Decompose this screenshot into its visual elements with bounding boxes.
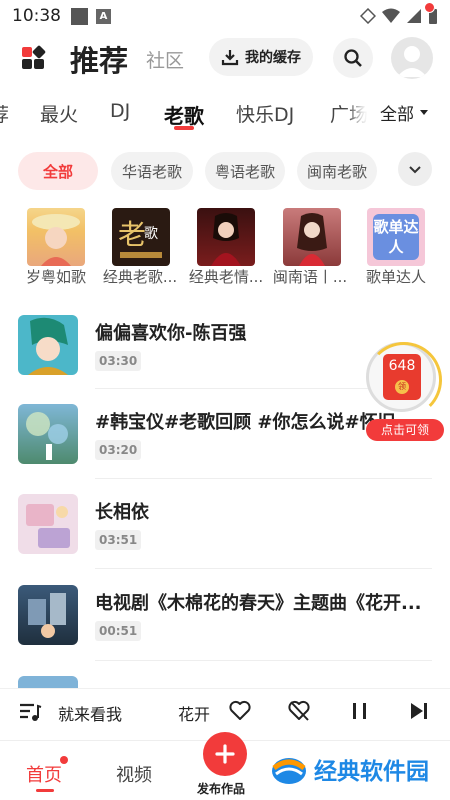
- plus-icon: [215, 744, 235, 764]
- song-title: 长相依: [95, 502, 149, 523]
- notification-icon: [71, 7, 88, 25]
- list-item[interactable]: 长相依 03:51: [0, 494, 450, 584]
- red-packet-label: 点击可领: [366, 419, 444, 441]
- mini-player: 就来看我 花开: [0, 688, 450, 734]
- tab-old-songs[interactable]: 老歌: [164, 100, 204, 129]
- playlist-label: 经典老情...: [188, 268, 264, 286]
- divider: [95, 660, 432, 661]
- playlist-label: 闽南语丨...: [272, 268, 348, 286]
- like-heart-icon[interactable]: [228, 699, 252, 723]
- list-item[interactable]: 电视剧《木棉花的春天》主题曲《花开... 00:51: [0, 585, 450, 675]
- download-icon: [221, 50, 239, 66]
- expand-filters-button[interactable]: [398, 152, 432, 186]
- next-track-icon[interactable]: [407, 699, 431, 723]
- filter-minnan[interactable]: 闽南老歌: [297, 152, 377, 190]
- red-packet-widget[interactable]: 648 领 点击可领: [366, 342, 444, 441]
- tab-dj[interactable]: DJ: [110, 100, 130, 122]
- nav-video[interactable]: 视频: [116, 761, 152, 787]
- red-packet-icon: 648 领: [383, 354, 421, 400]
- playlist-icon[interactable]: [18, 701, 42, 723]
- pause-icon[interactable]: [349, 699, 371, 723]
- chevron-down-icon: [409, 166, 421, 174]
- search-icon: [344, 49, 362, 67]
- playlist-card[interactable]: [26, 208, 86, 266]
- song-cover: [18, 585, 78, 645]
- nav-home-badge: [60, 756, 68, 764]
- playlist-card[interactable]: 老歌: [111, 208, 171, 266]
- song-cover: [18, 494, 78, 554]
- song-duration: 03:20: [95, 440, 142, 460]
- song-duration: 03:30: [95, 351, 142, 371]
- song-cover: [18, 404, 78, 464]
- tab-square[interactable]: 广场: [330, 100, 368, 127]
- all-categories-label: 全部: [380, 104, 414, 125]
- svg-text:老: 老: [118, 218, 146, 251]
- song-duration: 00:51: [95, 621, 142, 641]
- tab-community[interactable]: 社区: [146, 46, 184, 73]
- tab-happy-dj[interactable]: 快乐DJ: [236, 100, 294, 127]
- playlist-card[interactable]: 歌单达人: [366, 208, 426, 266]
- search-button[interactable]: [333, 38, 373, 78]
- watermark: 经典软件园: [270, 752, 429, 786]
- watermark-text: 经典软件园: [314, 759, 429, 785]
- playlist-card[interactable]: [282, 208, 342, 266]
- app-logo-icon[interactable]: [20, 45, 46, 71]
- top-header: 推荐 社区 我的缓存: [0, 34, 450, 82]
- divider: [95, 478, 432, 479]
- all-categories-button[interactable]: 全部: [368, 92, 450, 132]
- filter-all[interactable]: 全部: [18, 152, 98, 190]
- playlist-cover: [283, 208, 341, 266]
- cell-signal-icon: [407, 9, 421, 23]
- divider: [95, 568, 432, 569]
- my-cache-label: 我的缓存: [245, 50, 301, 66]
- signal-diamond-icon: [360, 8, 376, 24]
- playlist-label: 经典老歌...: [102, 268, 178, 286]
- filter-mandarin[interactable]: 华语老歌: [111, 152, 193, 190]
- now-playing-title[interactable]: 花开: [178, 701, 210, 725]
- playlist-cover: [27, 208, 85, 266]
- song-cover: [18, 676, 78, 688]
- svg-text:歌: 歌: [144, 226, 158, 242]
- default-avatar-icon: [397, 46, 427, 77]
- red-packet-coin: 领: [395, 380, 409, 394]
- page-title[interactable]: 推荐: [70, 38, 128, 80]
- caret-down-icon: [420, 110, 428, 115]
- filter-cantonese[interactable]: 粤语老歌: [205, 152, 285, 190]
- wifi-icon: [382, 8, 400, 23]
- watermark-logo-icon: [272, 758, 306, 784]
- nav-active-indicator: [36, 789, 54, 792]
- active-tab-indicator: [174, 126, 194, 130]
- playlist-cover: 老歌: [112, 208, 170, 266]
- status-time: 10:38: [12, 6, 61, 26]
- my-cache-button[interactable]: 我的缓存: [209, 38, 313, 76]
- now-playing-lyric[interactable]: 就来看我: [58, 701, 122, 725]
- publish-label[interactable]: 发布作品: [197, 780, 245, 797]
- red-packet-amount: 648: [388, 358, 416, 374]
- song-cover: [18, 315, 78, 375]
- playlist-card[interactable]: [196, 208, 256, 266]
- playlist-label: 歌单达人: [365, 268, 426, 286]
- tab-recommend[interactable]: 荐: [0, 100, 9, 127]
- song-title: 电视剧《木棉花的春天》主题曲《花开...: [95, 593, 422, 614]
- app-notification-icon: A: [96, 8, 111, 24]
- avatar[interactable]: [391, 37, 433, 79]
- playlist-label: 岁粤如歌: [25, 268, 86, 286]
- publish-button[interactable]: [203, 732, 247, 776]
- playlist-cover: [197, 208, 255, 266]
- playlist-cover: 歌单达人: [367, 208, 425, 266]
- nav-home[interactable]: 首页: [26, 761, 62, 787]
- notification-dot: [424, 2, 435, 13]
- playlist-cover-text: 歌单达人: [373, 214, 419, 260]
- song-duration: 03:51: [95, 530, 142, 550]
- dislike-heart-icon[interactable]: [287, 699, 311, 723]
- status-bar: 10:38 A: [0, 0, 450, 32]
- tab-hottest[interactable]: 最火: [40, 100, 78, 127]
